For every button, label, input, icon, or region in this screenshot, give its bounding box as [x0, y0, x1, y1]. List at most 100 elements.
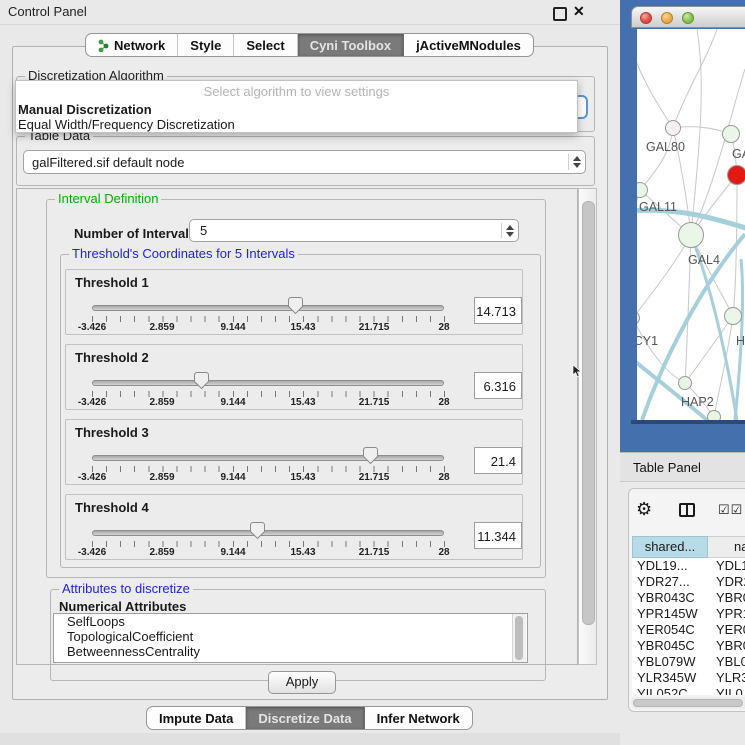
cyni-mode-tabbar: Impute Data Discretize Data Infer Networ… — [146, 706, 473, 730]
tab-network[interactable]: Network — [86, 34, 178, 56]
scrollbar-thumb[interactable] — [633, 699, 743, 707]
gear-icon[interactable]: ⚙ — [636, 499, 652, 520]
slider-thumb[interactable] — [363, 447, 378, 464]
list-item[interactable]: SelfLoops — [54, 614, 527, 629]
close-icon[interactable]: ✕ — [573, 3, 585, 20]
slider-track[interactable] — [92, 455, 444, 461]
table-body: YDL19...YDL1 YDR27...YDR2 YBR043CYBR0 YP… — [632, 558, 745, 695]
window-close-button[interactable] — [640, 12, 652, 24]
group-title: Interval Definition — [55, 192, 161, 206]
thresholds-group: Threshold's Coordinates for 5 Intervals … — [60, 254, 541, 568]
threshold-3-panel: Threshold 3 -3.4262.8599.14415.4321.7152… — [65, 419, 523, 485]
list-item[interactable]: BetweennessCentrality — [54, 644, 527, 659]
tab-impute-data[interactable]: Impute Data — [147, 707, 246, 729]
network-node-label: HAP2 — [681, 395, 714, 409]
slider-thumb[interactable] — [194, 372, 209, 389]
screenshot-root: Control Panel ✕ Network Style Select Cyn… — [0, 0, 745, 745]
slider-track[interactable] — [92, 305, 444, 311]
apply-button[interactable]: Apply — [268, 671, 336, 694]
table-row[interactable]: YDR27...YDR2 — [632, 574, 745, 590]
network-node[interactable] — [678, 376, 692, 390]
number-of-intervals-label: Number of Intervals — [74, 226, 196, 241]
spinner-icon — [568, 154, 585, 169]
table-row[interactable]: YER054CYER0 — [632, 622, 745, 638]
table-row[interactable]: YLR345WYLR3 — [632, 670, 745, 686]
algorithm-dropdown-popup: Select algorithm to view settings Manual… — [15, 80, 578, 133]
network-node[interactable] — [727, 165, 745, 185]
panel-title: Control Panel — [8, 4, 87, 19]
control-panel-titlebar: Control Panel ✕ — [0, 0, 620, 25]
table-header: shared... na — [632, 536, 745, 558]
slider-thumb[interactable] — [250, 522, 265, 539]
network-node[interactable] — [707, 410, 721, 420]
table-row[interactable]: YBL079WYBL0 — [632, 654, 745, 670]
group-title: Threshold's Coordinates for 5 Intervals — [69, 247, 298, 261]
spinner-icon — [501, 223, 518, 238]
window-minimize-button[interactable] — [661, 12, 673, 24]
threshold-1-value[interactable]: 14.713 — [474, 297, 522, 324]
network-node-label: H — [736, 334, 745, 348]
table-panel-title: Table Panel — [633, 460, 701, 475]
numerical-attributes-label: Numerical Attributes — [59, 599, 186, 614]
threshold-2-panel: Threshold 2 -3.4262.8599.14415.4321.7152… — [65, 344, 523, 410]
table-toolbar: ⚙ ☑☑ — [629, 489, 745, 533]
threshold-3-value[interactable]: 21.4 — [474, 447, 522, 474]
network-icon — [98, 39, 109, 52]
column-header-name[interactable]: na — [708, 536, 745, 558]
dropdown-option-equal-width[interactable]: Equal Width/Frequency Discretization — [16, 117, 577, 132]
bottom-strip — [0, 733, 620, 745]
network-node[interactable] — [722, 125, 740, 143]
table-horizontal-scrollbar[interactable] — [631, 697, 745, 709]
split-view-icon[interactable] — [679, 503, 695, 517]
dropdown-prompt: Select algorithm to view settings — [16, 81, 577, 102]
table-panel: ⚙ ☑☑ shared... na YDL19...YDL1 YDR27...Y… — [628, 488, 745, 712]
table-row[interactable]: YDL19...YDL1 — [632, 558, 745, 574]
window-shadow — [631, 420, 745, 424]
table-row[interactable]: YBR043CYBR0 — [632, 590, 745, 606]
tab-cyni-toolbox[interactable]: Cyni Toolbox — [298, 34, 404, 56]
network-view-canvas[interactable]: GAL80 GA GAL11 GAL4 GCY1 H HAP2 — [637, 29, 745, 420]
interval-definition-group: Interval Definition Number of Intervals … — [46, 199, 546, 578]
checkbox-icons[interactable]: ☑☑ — [718, 502, 743, 518]
dropdown-option-manual[interactable]: Manual Discretization — [16, 102, 577, 117]
network-node[interactable] — [724, 307, 742, 325]
table-data-combo[interactable]: galFiltered.sif default node — [23, 150, 586, 174]
network-node-label: GAL4 — [688, 253, 720, 267]
table-row[interactable]: YIL052CYIL0 — [632, 686, 745, 695]
numerical-attributes-list: SelfLoops TopologicalCoefficient Between… — [53, 613, 528, 663]
table-panel-titlebar[interactable]: Table Panel — [620, 452, 745, 482]
slider-track[interactable] — [92, 530, 444, 536]
window-zoom-button[interactable] — [682, 12, 694, 24]
tab-select[interactable]: Select — [234, 34, 297, 56]
threshold-4-panel: Threshold 4 -3.4262.8599.14415.4321.7152… — [65, 494, 523, 560]
threshold-1-panel: Threshold 1 -3.4262.8599.14415.4321.7152… — [65, 269, 523, 335]
float-window-icon[interactable] — [553, 7, 567, 21]
mouse-cursor — [572, 364, 582, 378]
settings-scrollbar[interactable] — [578, 188, 597, 665]
network-node[interactable] — [665, 120, 681, 136]
network-node-label: GAL80 — [646, 140, 685, 154]
group-title: Attributes to discretize — [59, 582, 193, 596]
slider-track[interactable] — [92, 380, 444, 386]
tab-style[interactable]: Style — [178, 34, 234, 56]
tab-jactivemnodules[interactable]: jActiveMNodules — [404, 34, 533, 56]
tab-infer-network[interactable]: Infer Network — [365, 707, 472, 729]
table-row[interactable]: YBR045CYBR0 — [632, 638, 745, 654]
network-node-label: GAL11 — [639, 200, 677, 214]
column-header-shared-name[interactable]: shared... — [632, 536, 708, 558]
tab-discretize-data[interactable]: Discretize Data — [246, 707, 364, 729]
network-node[interactable] — [678, 222, 704, 248]
network-node-label: GA — [732, 147, 745, 161]
list-scrollbar[interactable] — [512, 614, 526, 662]
threshold-4-value[interactable]: 11.344 — [474, 522, 522, 549]
scrollbar-thumb[interactable] — [582, 201, 595, 625]
list-item[interactable]: TopologicalCoefficient — [54, 629, 527, 644]
number-of-intervals-combo[interactable]: 5 — [189, 219, 519, 242]
settings-viewport: Interval Definition Number of Intervals … — [16, 188, 578, 665]
table-row[interactable]: YPR145WYPR1 — [632, 606, 745, 622]
table-data-group: Table Data galFiltered.sif default node — [16, 136, 595, 186]
slider-thumb[interactable] — [288, 297, 303, 314]
control-panel-tabbar: Network Style Select Cyni Toolbox jActiv… — [85, 33, 534, 57]
threshold-2-value[interactable]: 6.316 — [474, 372, 522, 399]
network-node-label: GCY1 — [637, 334, 658, 348]
